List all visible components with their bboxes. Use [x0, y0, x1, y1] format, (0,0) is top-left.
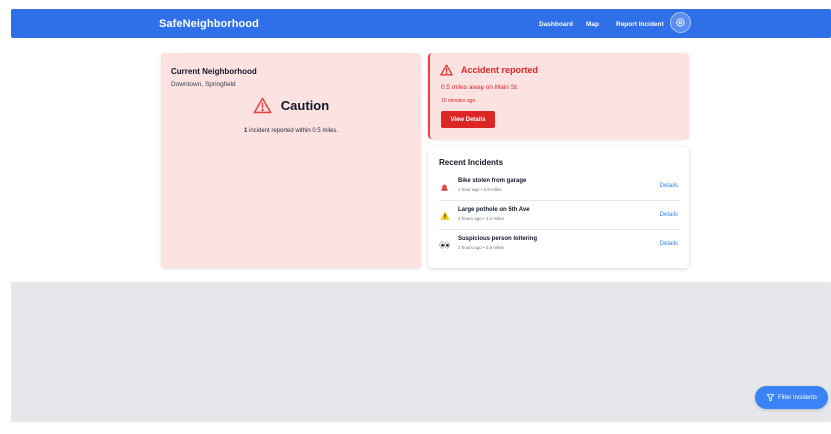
incident-meta: 2 hours ago • 1.2 miles — [458, 216, 504, 221]
warning-triangle-icon — [253, 97, 272, 114]
eyes-icon — [439, 239, 450, 250]
incident-row[interactable]: Large pothole on 5th Ave 2 hours ago • 1… — [439, 204, 680, 230]
recent-incidents-card: Recent Incidents Bike stolen from garage… — [428, 147, 689, 268]
neighborhood-location: Downtown, Springfield — [171, 81, 236, 88]
nav-link-map[interactable]: Map — [586, 21, 599, 28]
recent-incidents-title: Recent Incidents — [439, 158, 504, 167]
alert-header: Accident reported — [440, 64, 538, 76]
filter-icon — [766, 394, 775, 402]
settings-avatar-button[interactable] — [670, 12, 691, 33]
filter-label: Filter Incidents — [777, 394, 817, 401]
alert-title: Accident reported — [461, 65, 539, 75]
incident-details-link[interactable]: Details — [660, 212, 678, 218]
view-details-button[interactable]: View Details — [441, 111, 495, 128]
brand-logo[interactable]: SafeNeighborhood — [159, 18, 259, 30]
warning-triangle-icon — [440, 64, 453, 76]
incident-summary: 1 incident reported within 0.5 miles. — [161, 128, 421, 134]
filter-incidents-button[interactable]: Filter Incidents — [755, 386, 828, 409]
incident-map[interactable] — [11, 282, 831, 422]
incident-row[interactable]: Suspicious person loitering 3 hours ago … — [439, 233, 680, 259]
incident-summary-text: incident reported within 0.5 miles. — [247, 128, 339, 134]
alert-time: 10 minutes ago — [441, 98, 476, 104]
status-label: Caution — [280, 98, 330, 113]
alert-distance: 0.5 miles away on Main St. — [441, 84, 519, 91]
nav-link-dashboard[interactable]: Dashboard — [539, 21, 573, 28]
warning-icon — [439, 210, 450, 221]
incident-row[interactable]: Bike stolen from garage 1 hour ago • 0.8… — [439, 175, 680, 201]
neighborhood-title: Current Neighborhood — [171, 67, 257, 76]
incident-meta: 3 hours ago • 0.5 miles — [458, 245, 504, 250]
siren-icon — [439, 181, 450, 192]
incident-title: Suspicious person loitering — [458, 236, 538, 242]
nav-link-report-incident[interactable]: Report Incident — [616, 21, 664, 28]
incident-meta: 1 hour ago • 0.8 miles — [458, 187, 502, 192]
accident-alert-card: Accident reported 0.5 miles away on Main… — [428, 53, 689, 139]
incident-details-link[interactable]: Details — [660, 241, 678, 247]
settings-icon — [676, 18, 685, 27]
neighborhood-status: Caution — [161, 97, 421, 114]
incident-title: Large pothole on 5th Ave — [458, 207, 530, 213]
top-navbar: SafeNeighborhood Dashboard Map Report In… — [11, 9, 831, 38]
current-neighborhood-card: Current Neighborhood Downtown, Springfie… — [161, 53, 421, 268]
incident-title: Bike stolen from garage — [458, 178, 527, 184]
incident-details-link[interactable]: Details — [660, 183, 678, 189]
